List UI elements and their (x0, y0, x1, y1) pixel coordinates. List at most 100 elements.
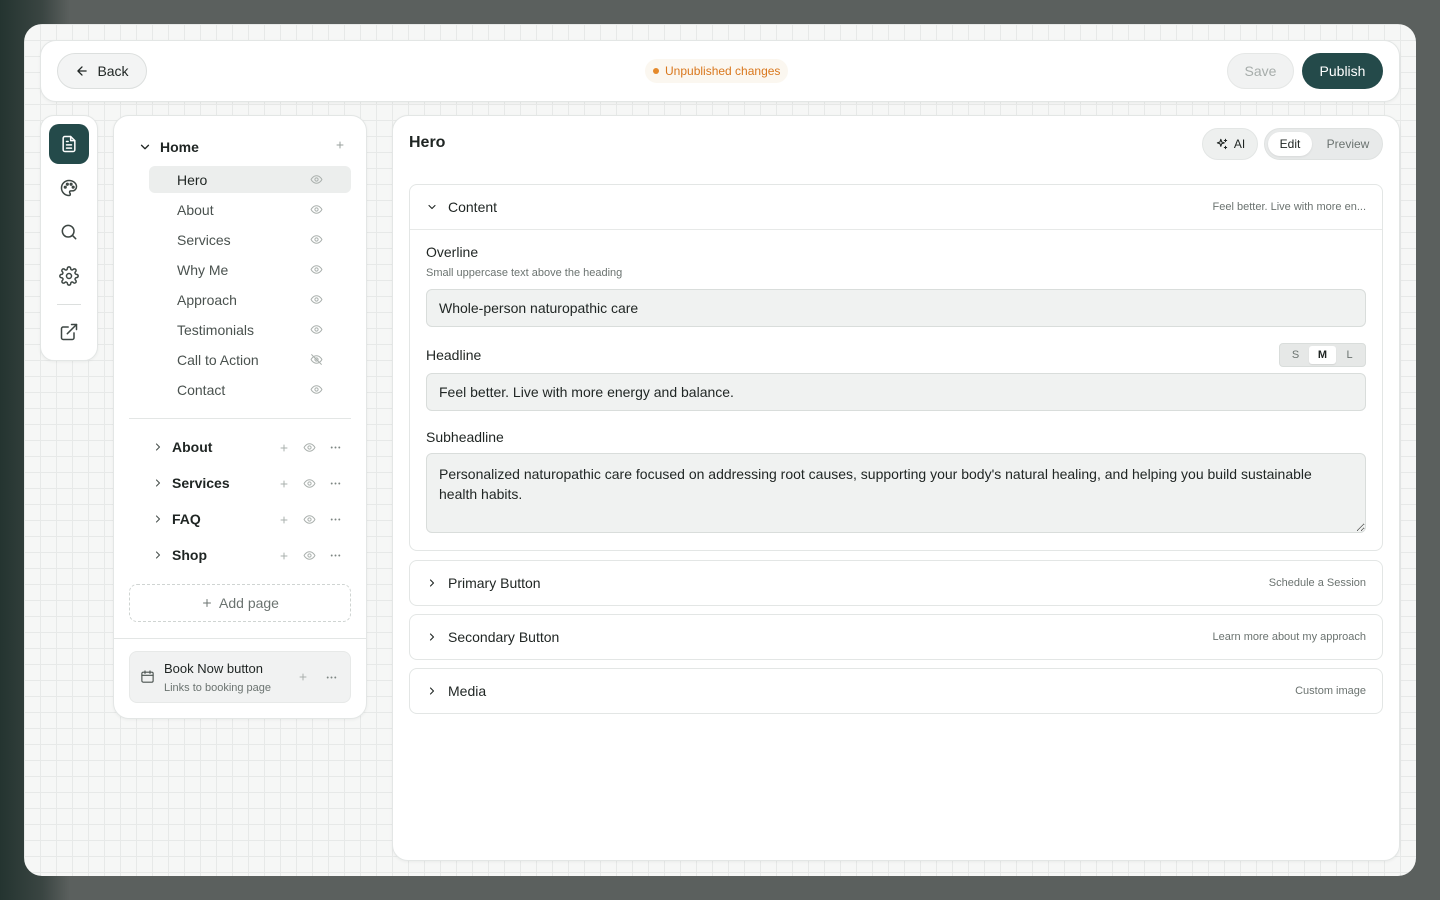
chevron-down-icon (138, 140, 152, 154)
status-text: Unpublished changes (665, 64, 781, 78)
add-section-plus-icon[interactable] (334, 139, 346, 151)
section-divider (410, 229, 1382, 230)
back-button[interactable]: Back (57, 53, 147, 89)
subheadline-textarea[interactable]: Personalized naturopathic care focused o… (426, 453, 1366, 533)
eye-icon[interactable] (310, 233, 323, 246)
eye-icon[interactable] (310, 293, 323, 306)
media-section: Media Custom image (409, 668, 1383, 714)
tree-section-why-me[interactable]: Why Me (149, 256, 351, 283)
tree-section-label: Services (177, 231, 231, 248)
eye-icon[interactable] (303, 441, 316, 454)
section-title: Secondary Button (448, 629, 560, 645)
rail-settings-button[interactable] (49, 256, 89, 296)
primary-button-section: Primary Button Schedule a Session (409, 560, 1383, 606)
save-button[interactable]: Save (1227, 53, 1294, 89)
headline-input[interactable] (426, 373, 1366, 411)
tree-page-label: Shop (172, 547, 207, 563)
tree-page-services[interactable]: Services (152, 472, 352, 494)
plus-icon[interactable] (278, 514, 290, 526)
tree-section-contact[interactable]: Contact (149, 376, 351, 403)
more-icon[interactable] (329, 441, 342, 454)
sparkles-icon (1215, 137, 1229, 151)
tree-section-label: Call to Action (177, 351, 259, 368)
eye-icon[interactable] (310, 383, 323, 396)
gear-icon (59, 266, 79, 286)
size-option-l[interactable]: L (1336, 346, 1363, 364)
plus-icon[interactable] (278, 442, 290, 454)
secondary-button-section: Secondary Button Learn more about my app… (409, 614, 1383, 660)
tree-page-shop[interactable]: Shop (152, 544, 352, 566)
chevron-right-icon (152, 513, 164, 525)
media-section-header[interactable]: Media (410, 669, 1382, 713)
rail-theme-button[interactable] (49, 168, 89, 208)
subheadline-label: Subheadline (426, 429, 504, 445)
tree-page-label: FAQ (172, 511, 201, 527)
editor-title: Hero (409, 134, 446, 151)
section-summary: Learn more about my approach (1212, 631, 1366, 643)
more-icon[interactable] (325, 671, 338, 684)
tree-page-faq[interactable]: FAQ (152, 508, 352, 530)
book-now-button-item[interactable]: Book Now button Links to booking page (129, 651, 351, 703)
rail-open-site-button[interactable] (49, 312, 89, 352)
back-button-label: Back (97, 63, 129, 79)
eye-icon[interactable] (310, 203, 323, 216)
tree-page-about[interactable]: About (152, 436, 352, 458)
more-icon[interactable] (329, 549, 342, 562)
overline-input[interactable] (426, 289, 1366, 327)
palette-icon (59, 178, 79, 198)
overline-label: Overline (426, 244, 479, 260)
chevron-right-icon (152, 441, 164, 453)
eye-icon[interactable] (310, 263, 323, 276)
headline-size-selector: S M L (1279, 343, 1366, 367)
tree-section-approach[interactable]: Approach (149, 286, 351, 313)
rail-pages-button[interactable] (49, 124, 89, 164)
tree-section-services[interactable]: Services (149, 226, 351, 253)
eye-icon[interactable] (310, 323, 323, 336)
plus-icon[interactable] (297, 671, 309, 684)
eye-off-icon[interactable] (310, 353, 323, 366)
tree-section-label: Testimonials (177, 321, 255, 338)
tree-section-label: Approach (177, 291, 237, 308)
tab-preview[interactable]: Preview (1317, 132, 1379, 156)
tree-divider (129, 418, 351, 419)
tree-section-label: Contact (177, 381, 226, 398)
tab-edit[interactable]: Edit (1268, 132, 1312, 156)
tree-section-call-to-action[interactable]: Call to Action (149, 346, 351, 373)
chevron-right-icon (426, 577, 438, 589)
plus-icon[interactable] (278, 478, 290, 490)
section-summary: Feel better. Live with more en... (1212, 201, 1366, 213)
chevron-right-icon (152, 477, 164, 489)
content-section: Content Feel better. Live with more en..… (409, 184, 1383, 551)
tree-section-testimonials[interactable]: Testimonials (149, 316, 351, 343)
add-page-button[interactable]: Add page (129, 584, 351, 622)
primary-button-section-header[interactable]: Primary Button (410, 561, 1382, 605)
tree-page-home[interactable]: Home (138, 136, 352, 158)
plus-icon[interactable] (278, 550, 290, 562)
tree-section-about[interactable]: About (149, 196, 351, 223)
rail-divider (57, 304, 81, 305)
more-icon[interactable] (329, 513, 342, 526)
status-dot-icon (653, 68, 659, 74)
top-bar: Back Unpublished changes Save Publish (40, 40, 1400, 102)
tree-page-label: About (172, 439, 213, 455)
arrow-left-icon (75, 64, 89, 78)
ai-button[interactable]: AI (1202, 128, 1258, 160)
more-icon[interactable] (329, 477, 342, 490)
size-option-s[interactable]: S (1282, 346, 1309, 364)
eye-icon[interactable] (303, 513, 316, 526)
chevron-right-icon (426, 631, 438, 643)
section-summary: Schedule a Session (1268, 577, 1366, 589)
size-option-m[interactable]: M (1309, 346, 1336, 364)
eye-icon[interactable] (310, 173, 323, 186)
tree-section-hero[interactable]: Hero (149, 166, 351, 193)
chevron-down-icon (426, 201, 438, 213)
plus-icon (201, 597, 213, 609)
rail-search-button[interactable] (49, 212, 89, 252)
eye-icon[interactable] (303, 549, 316, 562)
section-title: Media (448, 683, 487, 699)
publish-button[interactable]: Publish (1302, 53, 1383, 89)
eye-icon[interactable] (303, 477, 316, 490)
tree-page-label: Home (160, 139, 199, 155)
ai-button-label: AI (1233, 137, 1246, 151)
headline-label: Headline (426, 347, 482, 363)
